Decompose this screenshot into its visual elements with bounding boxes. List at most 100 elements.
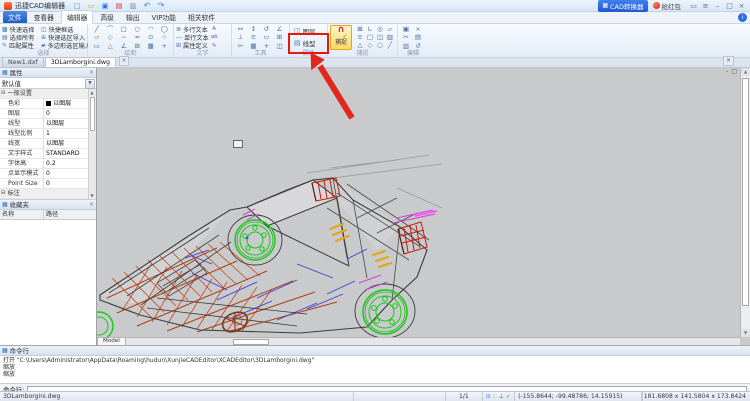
- quick-access-icon[interactable]: ▣: [100, 2, 110, 10]
- tab-file[interactable]: 文件: [3, 11, 27, 23]
- quick-access-icon[interactable]: ↶: [142, 1, 152, 10]
- edit-icon[interactable]: ▤: [412, 33, 424, 41]
- snap-mode-icon[interactable]: ∟: [365, 25, 375, 33]
- status-toggle-icon[interactable]: ✓: [506, 393, 511, 400]
- favorites-col-name[interactable]: 名称: [0, 210, 44, 219]
- scroll-thumb[interactable]: [90, 97, 95, 131]
- snap-mode-icon[interactable]: △: [355, 41, 365, 49]
- scroll-down-icon[interactable]: ▼: [741, 329, 750, 337]
- draw-tool-icon[interactable]: ▭: [90, 42, 104, 50]
- red-packet-button[interactable]: 抢红包: [653, 1, 682, 11]
- tool-icon[interactable]: ✂: [234, 42, 247, 50]
- edit-icon[interactable]: ↺: [412, 42, 424, 50]
- property-row-linetype[interactable]: 线型以图层: [0, 119, 96, 129]
- draw-tool-icon[interactable]: ☆: [158, 33, 172, 41]
- draw-tool-icon[interactable]: ∠: [117, 42, 131, 50]
- snap-mode-icon[interactable]: ○: [375, 41, 385, 49]
- scroll-down-icon[interactable]: ▼: [89, 192, 95, 199]
- draw-tool-icon[interactable]: ⊞: [131, 42, 145, 50]
- edit-icon[interactable]: ▥: [400, 42, 412, 50]
- select-all-button[interactable]: ▤选择所有: [2, 33, 40, 41]
- tab-editor[interactable]: 编辑器: [61, 10, 93, 24]
- snap-mode-icon[interactable]: ◇: [365, 41, 375, 49]
- tool-icon[interactable]: +: [260, 42, 273, 50]
- info-icon[interactable]: i: [738, 13, 747, 22]
- tab-advanced[interactable]: 高级: [95, 11, 119, 23]
- tool-icon[interactable]: ∠: [273, 25, 286, 33]
- tool-icon[interactable]: ↕: [247, 25, 260, 33]
- preset-dropdown-icon[interactable]: ▼: [85, 79, 95, 89]
- tool-icon[interactable]: ↺: [260, 25, 273, 33]
- text-side-icon[interactable]: ab: [211, 33, 218, 41]
- snap-mode-icon[interactable]: ≡: [355, 33, 365, 41]
- match-props-button[interactable]: ✎匹配属性: [2, 42, 40, 50]
- snap-mode-icon[interactable]: ⊠: [355, 25, 365, 33]
- tool-icon[interactable]: ≡: [247, 33, 260, 41]
- status-toggle-icon[interactable]: ⊙: [486, 393, 491, 400]
- doc-tab-close-icon[interactable]: ×: [119, 56, 129, 66]
- text-side-icon[interactable]: A: [211, 25, 218, 33]
- draw-tool-icon[interactable]: ◯: [158, 25, 172, 33]
- quick-access-icon[interactable]: □: [72, 2, 82, 10]
- window-control-icon[interactable]: ≡: [701, 1, 710, 11]
- snap-mode-icon[interactable]: ◎: [375, 25, 385, 33]
- property-section-general[interactable]: ⊟一般设置: [0, 89, 96, 99]
- properties-close-icon[interactable]: ×: [89, 69, 94, 76]
- tab-vip[interactable]: VIP功能: [147, 11, 181, 23]
- property-row-pointsize[interactable]: Point Size0: [0, 179, 96, 189]
- collapse-icon[interactable]: ⊟: [1, 189, 6, 198]
- draw-tool-icon[interactable]: ╱: [90, 25, 104, 33]
- property-row-layer[interactable]: 图层0: [0, 109, 96, 119]
- status-toggle-icon[interactable]: ∷: [493, 393, 497, 400]
- snap-mode-icon[interactable]: □: [365, 33, 375, 41]
- polygon-region-button[interactable]: ▰多边形选区输入: [41, 42, 88, 50]
- tab-viewer[interactable]: 查看器: [29, 11, 59, 23]
- property-row-pointmode[interactable]: 点显示模式0: [0, 169, 96, 179]
- quick-access-icon[interactable]: ▤: [114, 2, 124, 10]
- tab-related[interactable]: 相关软件: [183, 11, 220, 23]
- mtext-button[interactable]: ≣多行文本: [176, 25, 209, 33]
- doc-tab-lamborgini[interactable]: 3DLamborgini.dwg: [45, 57, 116, 67]
- tool-icon[interactable]: ⊥: [234, 33, 247, 41]
- draw-tool-icon[interactable]: ▦: [144, 42, 158, 50]
- property-row-lineweight[interactable]: 线宽以图层: [0, 139, 96, 149]
- edit-icon[interactable]: ×: [412, 25, 424, 33]
- mdi-minimize-icon[interactable]: –: [725, 68, 728, 76]
- scroll-up-icon[interactable]: ▲: [741, 68, 750, 76]
- snap-mode-icon[interactable]: ▱: [385, 25, 395, 33]
- draw-tool-icon[interactable]: ⊙: [144, 33, 158, 41]
- snap-toggle-button[interactable]: ∩ ✓ 捕捉: [330, 25, 352, 50]
- window-control-icon[interactable]: –: [713, 1, 722, 11]
- snap-mode-icon[interactable]: ╱: [385, 41, 395, 49]
- property-row-color[interactable]: 色彩以图层: [0, 99, 96, 109]
- draw-tool-icon[interactable]: ⌒: [104, 25, 118, 33]
- property-row-ltscale[interactable]: 线型比例1: [0, 129, 96, 139]
- tool-icon[interactable]: ⊞: [273, 33, 286, 41]
- draw-tool-icon[interactable]: ≈: [131, 33, 145, 41]
- draw-tool-icon[interactable]: ○: [131, 25, 145, 33]
- tool-icon[interactable]: ↔: [234, 25, 247, 33]
- tool-icon[interactable]: ▦: [247, 42, 260, 50]
- edit-icon[interactable]: ▣: [400, 25, 412, 33]
- status-toggle-icon[interactable]: ⊥: [499, 393, 504, 400]
- property-row-fontheight[interactable]: 字体高0.2: [0, 159, 96, 169]
- property-grid-scrollbar[interactable]: ▲ ▼: [88, 89, 96, 199]
- preset-dropdown[interactable]: 默认值 ▼: [0, 78, 96, 89]
- command-log[interactable]: 打开 "C:\Users\Administrator\AppData\Roami…: [0, 356, 750, 384]
- draw-tool-icon[interactable]: ~: [117, 33, 131, 41]
- mdi-restore-icon[interactable]: □: [731, 68, 737, 76]
- draw-tool-icon[interactable]: ▱: [90, 33, 104, 41]
- draw-tool-icon[interactable]: +: [158, 42, 172, 50]
- favorites-col-path[interactable]: 路径: [44, 210, 96, 219]
- tab-output[interactable]: 输出: [121, 11, 145, 23]
- window-control-icon[interactable]: □: [725, 1, 734, 11]
- horizontal-scrollbar[interactable]: Model: [97, 337, 740, 345]
- favorites-close-icon[interactable]: ×: [89, 201, 94, 208]
- quick-box-select-button[interactable]: ◫快捷框选: [41, 25, 88, 33]
- snap-mode-icon[interactable]: ▨: [385, 33, 395, 41]
- collapse-icon[interactable]: ⊟: [1, 89, 6, 98]
- snap-mode-icon[interactable]: ◫: [375, 33, 385, 41]
- scroll-up-icon[interactable]: ▲: [89, 89, 95, 96]
- quick-access-icon[interactable]: ▥: [128, 2, 138, 10]
- quick-access-icon[interactable]: ↷: [156, 1, 166, 10]
